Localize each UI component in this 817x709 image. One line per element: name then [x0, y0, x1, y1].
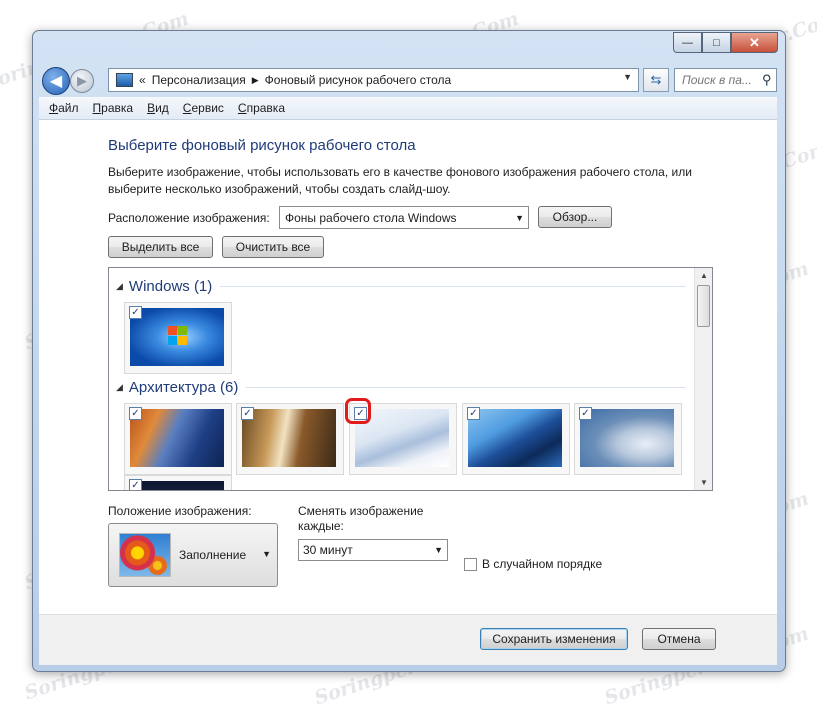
search-input[interactable] — [680, 72, 760, 88]
breadcrumb-item-desktop-background[interactable]: Фоновый рисунок рабочего стола — [265, 73, 452, 87]
logo-pane — [168, 336, 177, 345]
control-panel-window: — □ ✕ ◀ ▶ « Персонализация ▶ Фоновый рис… — [32, 30, 786, 672]
maximize-button[interactable]: □ — [702, 32, 731, 53]
windows-logo-image — [130, 308, 224, 366]
scrollbar-thumb[interactable] — [697, 285, 710, 327]
menu-help[interactable]: Справка — [238, 101, 285, 115]
menu-edit[interactable]: Правка — [93, 101, 134, 115]
arrow-left-icon: ◀ — [49, 73, 63, 90]
page-description: Выберите изображение, чтобы использовать… — [108, 165, 692, 196]
scroll-up-icon[interactable]: ▲ — [700, 271, 708, 280]
vertical-scrollbar[interactable]: ▲ ▼ — [694, 268, 712, 490]
highlight-circle — [345, 398, 371, 424]
window-controls: — □ ✕ — [673, 32, 778, 53]
chevron-down-icon: ▼ — [434, 545, 443, 555]
architecture-image-4 — [468, 409, 562, 467]
group-name: Windows (1) — [128, 278, 213, 295]
wallpaper-checkbox[interactable]: ✓ — [467, 407, 480, 420]
footer-bar: Сохранить изменения Отмена — [39, 614, 777, 665]
scroll-down-icon[interactable]: ▼ — [700, 478, 708, 487]
forward-button[interactable]: ▶ — [70, 69, 94, 93]
chevron-down-icon: ▼ — [515, 212, 524, 223]
menu-bar: Файл Правка Вид Сервис Справка — [39, 97, 777, 120]
save-changes-button[interactable]: Сохранить изменения — [480, 628, 628, 650]
browse-button[interactable]: Обзор... — [538, 206, 612, 228]
shuffle-label[interactable]: В случайном порядке — [482, 557, 602, 571]
refresh-button[interactable]: ⇆ — [643, 68, 669, 92]
arrow-right-icon: ▶ — [77, 73, 87, 88]
architecture-image-5 — [580, 409, 674, 467]
logo-pane — [178, 326, 187, 335]
wallpaper-tile[interactable]: ✓ — [124, 403, 232, 475]
group-divider — [220, 286, 686, 287]
wallpaper-tile[interactable]: ✓ — [124, 475, 232, 490]
clear-all-button[interactable]: Очистить все — [222, 236, 324, 258]
group-header-architecture[interactable]: ◢ Архитектура (6) — [116, 379, 686, 396]
menu-tools[interactable]: Сервис — [183, 101, 224, 115]
wallpaper-checkbox[interactable]: ✓ — [129, 479, 142, 490]
architecture-image-6 — [130, 481, 224, 490]
wallpaper-tile[interactable]: ✓ — [236, 403, 344, 475]
logo-pane — [178, 336, 187, 345]
chevron-right-icon[interactable]: ▶ — [252, 75, 259, 86]
group-header-windows[interactable]: ◢ Windows (1) — [116, 278, 686, 295]
picture-location-select[interactable]: Фоны рабочего стола Windows ▼ — [279, 206, 529, 229]
picture-position-label: Положение изображения: — [108, 504, 252, 518]
breadcrumb: « Персонализация ▶ Фоновый рисунок рабоч… — [139, 73, 451, 87]
architecture-image-2 — [242, 409, 336, 467]
collapse-triangle-icon[interactable]: ◢ — [116, 382, 123, 393]
logo-pane — [168, 326, 177, 335]
wallpaper-gallery[interactable]: ◢ Windows (1) ✓ ◢ Архитектура (6) ✓ ✓ ✓ … — [108, 267, 713, 491]
search-box[interactable]: ⚲ — [674, 68, 777, 92]
menu-view[interactable]: Вид — [147, 101, 169, 115]
wallpaper-checkbox[interactable]: ✓ — [241, 407, 254, 420]
main-content: Выберите фоновый рисунок рабочего стола … — [39, 120, 777, 614]
picture-position-value: Заполнение — [179, 548, 247, 562]
address-bar[interactable]: « Персонализация ▶ Фоновый рисунок рабоч… — [108, 68, 639, 92]
wallpaper-checkbox[interactable]: ✓ — [579, 407, 592, 420]
picture-location-value: Фоны рабочего стола Windows — [285, 210, 457, 225]
picture-location-label: Расположение изображения: — [108, 211, 270, 225]
wallpaper-checkbox[interactable]: ✓ — [129, 306, 142, 319]
breadcrumb-item-personalization[interactable]: Персонализация — [152, 73, 246, 87]
wallpaper-tile[interactable]: ✓ — [345, 398, 457, 475]
refresh-icon: ⇆ — [650, 72, 662, 87]
group-divider — [246, 387, 686, 388]
flower-preview-icon — [119, 533, 171, 577]
change-interval-select[interactable]: 30 минут ▼ — [298, 539, 448, 561]
page-title: Выберите фоновый рисунок рабочего стола — [108, 137, 416, 154]
picture-position-select[interactable]: Заполнение ▼ — [108, 523, 278, 587]
cancel-button[interactable]: Отмена — [642, 628, 716, 650]
control-panel-icon — [116, 73, 133, 87]
wallpaper-checkbox[interactable]: ✓ — [129, 407, 142, 420]
change-interval-value: 30 минут — [303, 543, 353, 557]
chevron-down-icon[interactable]: ▼ — [623, 72, 632, 82]
menu-file[interactable]: Файл — [49, 101, 79, 115]
magnifier-icon[interactable]: ⚲ — [762, 72, 772, 88]
wallpaper-tile[interactable]: ✓ — [574, 403, 682, 475]
group-name: Архитектура (6) — [128, 379, 239, 396]
architecture-image-1 — [130, 409, 224, 467]
shuffle-option[interactable]: В случайном порядке — [464, 557, 602, 571]
close-button[interactable]: ✕ — [731, 32, 778, 53]
breadcrumb-overflow[interactable]: « — [139, 73, 146, 87]
collapse-triangle-icon[interactable]: ◢ — [116, 281, 123, 292]
change-interval-label: Сменять изображение каждые: — [298, 504, 424, 533]
wallpaper-tile[interactable]: ✓ — [462, 403, 570, 475]
chevron-down-icon: ▼ — [262, 549, 271, 559]
wallpaper-tile[interactable]: ✓ — [124, 302, 232, 374]
shuffle-checkbox[interactable] — [464, 557, 477, 571]
back-button[interactable]: ◀ — [42, 67, 70, 95]
select-all-button[interactable]: Выделить все — [108, 236, 213, 258]
minimize-button[interactable]: — — [673, 32, 702, 53]
